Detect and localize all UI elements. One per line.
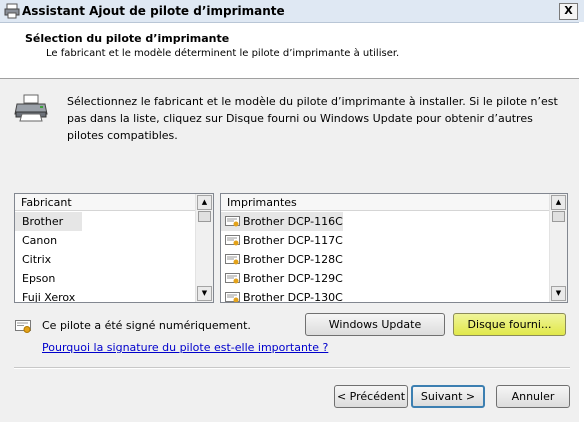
- printer-icon: [14, 94, 48, 122]
- printer-items: Brother DCP-116C Brother DCP-117C Brothe…: [221, 212, 343, 303]
- list-item[interactable]: Fuji Xerox: [15, 288, 82, 302]
- scroll-down-arrow-icon[interactable]: ▼: [551, 286, 566, 301]
- list-item-label: Brother DCP-130C: [243, 291, 343, 303]
- windows-update-button[interactable]: Windows Update: [305, 313, 445, 336]
- list-item[interactable]: Brother: [15, 212, 82, 231]
- printer-column-header[interactable]: Imprimantes: [221, 194, 551, 211]
- window-title: Assistant Ajout de pilote d’imprimante: [22, 4, 285, 18]
- certified-driver-icon: [225, 253, 240, 264]
- page-subtitle: Le fabricant et le modèle déterminent le…: [46, 48, 400, 59]
- list-item-label: Brother DCP-117C: [243, 234, 343, 247]
- window-edge: [579, 22, 584, 422]
- signed-driver-icon: [15, 320, 31, 333]
- scroll-thumb[interactable]: [552, 211, 565, 222]
- add-printer-driver-wizard: Assistant Ajout de pilote d’imprimante X…: [0, 0, 584, 422]
- manufacturer-list[interactable]: Fabricant Brother Canon Citrix Epson Fuj…: [14, 193, 214, 303]
- title-bar[interactable]: Assistant Ajout de pilote d’imprimante X: [0, 0, 584, 23]
- have-disk-button[interactable]: Disque fourni...: [453, 313, 566, 336]
- list-item-label: Brother DCP-129C: [243, 272, 343, 285]
- certified-driver-icon: [225, 234, 240, 245]
- list-item[interactable]: Brother DCP-116C: [221, 212, 343, 231]
- list-item[interactable]: Brother DCP-130C: [221, 288, 343, 303]
- cancel-button[interactable]: Annuler: [496, 385, 570, 408]
- list-item[interactable]: Brother DCP-117C: [221, 231, 343, 250]
- divider: [14, 367, 570, 369]
- certified-driver-icon: [225, 215, 240, 226]
- list-item[interactable]: Citrix: [15, 250, 82, 269]
- printer-model-list[interactable]: Imprimantes Brother DCP-116C Brother DCP…: [220, 193, 568, 303]
- list-item[interactable]: Epson: [15, 269, 82, 288]
- scroll-up-arrow-icon[interactable]: ▲: [551, 195, 566, 210]
- driver-signing-info-link[interactable]: Pourquoi la signature du pilote est-elle…: [42, 341, 328, 354]
- close-button[interactable]: X: [559, 3, 578, 20]
- page-title: Sélection du pilote d’imprimante: [25, 32, 230, 45]
- driver-signed-status: Ce pilote a été signé numériquement.: [42, 319, 251, 332]
- instructions-text: Sélectionnez le fabricant et le modèle d…: [67, 95, 558, 142]
- next-button[interactable]: Suivant >: [411, 385, 485, 408]
- list-item[interactable]: Brother DCP-129C: [221, 269, 343, 288]
- list-item[interactable]: Canon: [15, 231, 82, 250]
- wizard-header: Sélection du pilote d’imprimante Le fabr…: [0, 23, 584, 79]
- manufacturer-column-header[interactable]: Fabricant: [15, 194, 197, 211]
- printer-scrollbar[interactable]: ▲ ▼: [549, 194, 567, 302]
- list-item[interactable]: Brother DCP-128C: [221, 250, 343, 269]
- printer-icon: [4, 3, 20, 19]
- manufacturer-items: Brother Canon Citrix Epson Fuji Xerox: [15, 212, 82, 302]
- manufacturer-scrollbar[interactable]: ▲ ▼: [195, 194, 213, 302]
- list-item-label: Brother DCP-116C: [243, 215, 343, 228]
- certified-driver-icon: [225, 272, 240, 283]
- scroll-thumb[interactable]: [198, 211, 211, 222]
- scroll-up-arrow-icon[interactable]: ▲: [197, 195, 212, 210]
- back-button[interactable]: < Précédent: [334, 385, 408, 408]
- scroll-down-arrow-icon[interactable]: ▼: [197, 286, 212, 301]
- certified-driver-icon: [225, 291, 240, 302]
- list-item-label: Brother DCP-128C: [243, 253, 343, 266]
